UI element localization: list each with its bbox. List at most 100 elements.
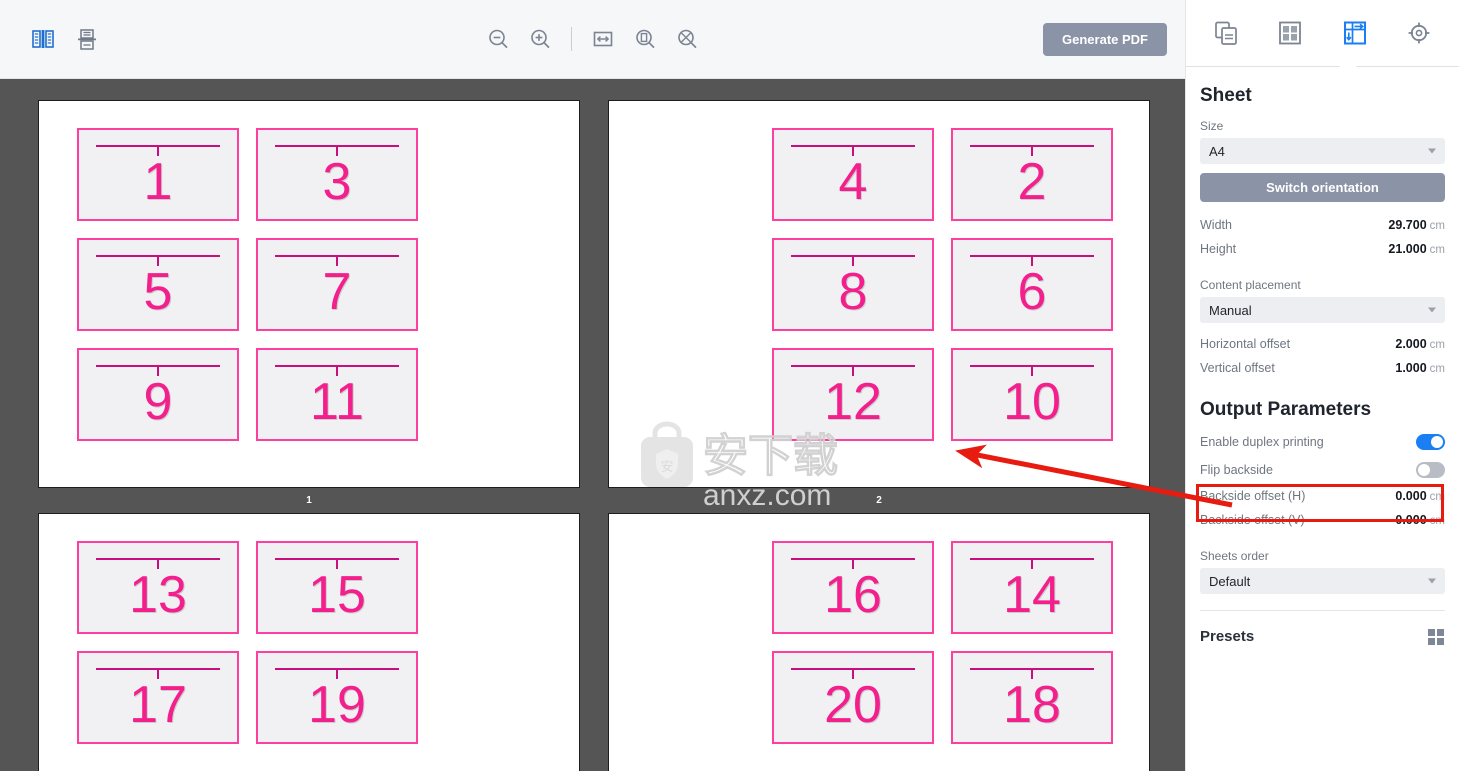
label-card[interactable]: 17	[77, 651, 239, 744]
flip-backside-label: Flip backside	[1200, 463, 1273, 477]
save-layout-icon[interactable]	[72, 24, 102, 54]
zoom-out-icon[interactable]	[483, 24, 513, 54]
grid-cell	[1428, 628, 1435, 636]
main-area: Generate PDF 1 3 5 7 9 11 1 4 2 8 6 12 10 2 13 15 17 19 16…	[0, 0, 1185, 771]
card-center-tick	[157, 668, 159, 680]
card-number: 15	[308, 565, 366, 624]
card-center-tick	[852, 255, 854, 267]
backside-offset-v-value: 0.000	[1395, 513, 1427, 527]
panel-title-sheet: Sheet	[1200, 85, 1252, 106]
label-card[interactable]: 12	[772, 348, 934, 441]
horizontal-offset-value: 2.000	[1395, 337, 1427, 351]
card-number: 12	[824, 372, 882, 431]
flip-backside-toggle[interactable]	[1416, 462, 1445, 478]
card-center-tick	[1031, 558, 1033, 570]
sheet-page[interactable]: 16 14 20 18	[608, 513, 1150, 771]
card-center-tick	[157, 145, 159, 157]
card-number: 17	[129, 675, 187, 734]
card-number: 7	[322, 262, 352, 321]
label-card[interactable]: 13	[77, 541, 239, 634]
enable-duplex-row: Enable duplex printing	[1200, 428, 1445, 456]
zoom-in-icon[interactable]	[525, 24, 555, 54]
label-card[interactable]: 16	[772, 541, 934, 634]
backside-offset-h-value: 0.000	[1395, 489, 1427, 503]
toolbar-zoom-group	[0, 24, 1185, 54]
sheet-preview[interactable]: 1 3 5 7 9 11 1	[38, 100, 580, 506]
sheet-preview[interactable]: 4 2 8 6 12 10 2	[608, 100, 1150, 506]
content-placement-label: Content placement	[1200, 278, 1301, 292]
label-card[interactable]: 1	[77, 128, 239, 221]
content-placement-select[interactable]: Manual	[1200, 297, 1445, 323]
label-card[interactable]: 9	[77, 348, 239, 441]
card-number: 20	[824, 675, 882, 734]
label-card[interactable]: 15	[256, 541, 418, 634]
sheet-preview[interactable]: 16 14 20 18	[608, 513, 1150, 771]
sheets-order-value: Default	[1209, 573, 1251, 589]
sheet-preview[interactable]: 13 15 17 19	[38, 513, 580, 771]
sheet-page[interactable]: 1 3 5 7 9 11	[38, 100, 580, 488]
label-card[interactable]: 6	[951, 238, 1113, 331]
backside-offset-h-unit: cm	[1429, 491, 1445, 503]
app-root: Generate PDF 1 3 5 7 9 11 1 4 2 8 6 12 10 2 13 15 17 19 16…	[0, 0, 1459, 771]
label-card[interactable]: 18	[951, 651, 1113, 744]
width-unit: cm	[1429, 220, 1445, 232]
label-card[interactable]: 11	[256, 348, 418, 441]
size-label: Size	[1200, 119, 1224, 133]
height-label: Height	[1200, 242, 1237, 256]
label-card[interactable]: 20	[772, 651, 934, 744]
label-card[interactable]: 19	[256, 651, 418, 744]
right-sidebar: Sheet Size A4 Switch orientation Width 2…	[1185, 0, 1459, 771]
sheet-preview-canvas[interactable]: 1 3 5 7 9 11 1 4 2 8 6 12 10 2 13 15 17 19 16 14 20 18 安 安下载 …	[0, 79, 1185, 771]
label-card[interactable]: 8	[772, 238, 934, 331]
horizontal-offset-row: Horizontal offset 2.000 cm	[1200, 332, 1445, 356]
tab-documents[interactable]	[1205, 12, 1247, 54]
height-value: 21.000	[1388, 242, 1427, 256]
switch-orientation-button[interactable]: Switch orientation	[1200, 173, 1445, 202]
vertical-offset-value: 1.000	[1395, 361, 1427, 375]
card-number: 8	[838, 262, 868, 321]
tab-marks[interactable]	[1398, 12, 1440, 54]
vertical-offset-value-group: 1.000 cm	[1395, 361, 1445, 375]
card-number: 11	[310, 372, 364, 431]
sheet-page[interactable]: 13 15 17 19	[38, 513, 580, 771]
label-card[interactable]: 5	[77, 238, 239, 331]
card-number: 1	[143, 152, 173, 211]
label-card[interactable]: 10	[951, 348, 1113, 441]
card-center-tick	[1031, 255, 1033, 267]
label-card[interactable]: 4	[772, 128, 934, 221]
presets-grid-icon[interactable]	[1428, 628, 1445, 645]
fit-page-icon[interactable]	[630, 24, 660, 54]
backside-offset-v-label: Backside offset (V)	[1200, 513, 1305, 527]
height-value-group: 21.000 cm	[1388, 242, 1445, 256]
sheets-order-select[interactable]: Default	[1200, 568, 1445, 594]
label-card[interactable]: 7	[256, 238, 418, 331]
card-center-tick	[1031, 668, 1033, 680]
label-card[interactable]: 2	[951, 128, 1113, 221]
toggle-knob	[1418, 464, 1430, 476]
card-number: 6	[1017, 262, 1047, 321]
card-number: 5	[143, 262, 173, 321]
two-page-layout-icon[interactable]	[28, 24, 58, 54]
toolbar-right-group: Generate PDF	[1043, 22, 1185, 56]
label-card[interactable]: 14	[951, 541, 1113, 634]
width-value: 29.700	[1388, 218, 1427, 232]
backside-offset-h-label: Backside offset (H)	[1200, 489, 1306, 503]
label-card[interactable]: 3	[256, 128, 418, 221]
card-number: 19	[308, 675, 366, 734]
enable-duplex-label: Enable duplex printing	[1200, 435, 1324, 449]
backside-offset-v-value-group: 0.000 cm	[1395, 513, 1445, 527]
generate-pdf-button[interactable]: Generate PDF	[1043, 22, 1167, 56]
enable-duplex-toggle[interactable]	[1416, 434, 1445, 450]
card-number: 9	[143, 372, 173, 431]
card-center-tick	[157, 365, 159, 377]
toolbar-left-group	[0, 24, 102, 54]
tab-layout-grid[interactable]	[1269, 12, 1311, 54]
active-tab-caret	[1339, 58, 1357, 67]
sheet-page[interactable]: 4 2 8 6 12 10	[608, 100, 1150, 488]
card-center-tick	[852, 558, 854, 570]
card-number: 2	[1017, 152, 1047, 211]
tab-sheet[interactable]	[1334, 12, 1376, 54]
actual-size-icon[interactable]	[672, 24, 702, 54]
fit-width-icon[interactable]	[588, 24, 618, 54]
size-select[interactable]: A4	[1200, 138, 1445, 164]
